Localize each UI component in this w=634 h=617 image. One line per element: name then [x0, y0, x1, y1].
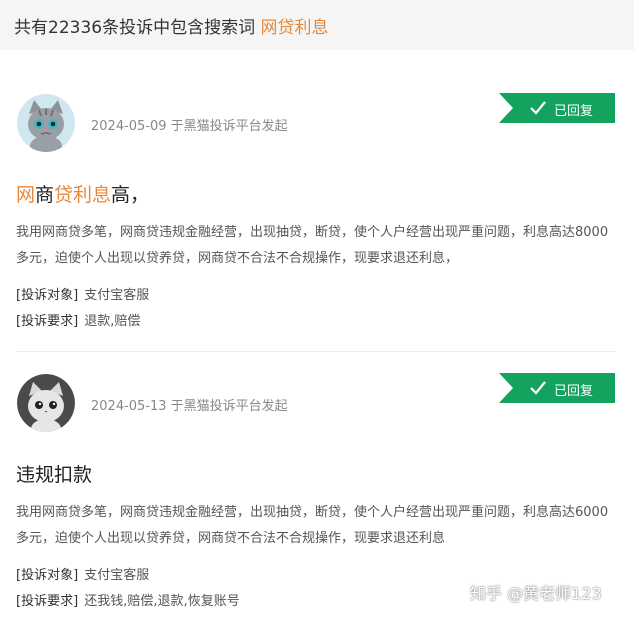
target-value: 支付宝客服	[84, 568, 150, 583]
cat-avatar-icon	[17, 374, 75, 432]
watermark: 知乎 @黄老师123	[470, 584, 602, 603]
user-avatar[interactable]	[17, 374, 75, 432]
status-label: 已回复	[554, 384, 594, 399]
complaint-body: 我用网商贷多笔，网商贷违规金融经营，出现抽贷，断贷，使个人户经营出现严重问题，利…	[16, 505, 609, 546]
title-highlight: 网	[16, 184, 36, 206]
cat-avatar-icon	[17, 94, 75, 152]
user-avatar[interactable]	[17, 94, 75, 152]
status-badge: 已回复	[499, 93, 615, 123]
title-text: 高，	[111, 184, 150, 206]
complaint-target: [投诉对象] 支付宝客服	[16, 284, 149, 303]
demand-label: [投诉要求]	[16, 314, 79, 329]
complaint-demand: [投诉要求] 还我钱,赔偿,退款,恢复账号	[16, 590, 240, 609]
title-highlight: 贷利息	[54, 184, 112, 206]
demand-value: 还我钱,赔偿,退款,恢复账号	[84, 594, 240, 609]
complaint-body: 我用网商贷多笔，网商贷违规金融经营，出现抽贷，断贷，使个人户经营出现严重问题，利…	[16, 225, 609, 266]
checkmark-icon	[530, 101, 546, 115]
target-label: [投诉对象]	[16, 288, 79, 303]
checkmark-icon	[530, 381, 546, 395]
divider	[16, 351, 616, 352]
target-value: 支付宝客服	[84, 288, 150, 303]
status-label: 已回复	[554, 104, 594, 119]
complaint-date-source: 2024-05-09 于黑猫投诉平台发起	[91, 119, 288, 134]
demand-label: [投诉要求]	[16, 594, 79, 609]
complaint-title[interactable]: 网商贷利息高，	[16, 180, 149, 207]
complaint-title[interactable]: 违规扣款	[16, 460, 92, 487]
results-count-text: 共有22336条投诉中包含搜索词 网贷利息	[14, 13, 329, 38]
complaint-demand: [投诉要求] 退款,赔偿	[16, 310, 140, 329]
target-label: [投诉对象]	[16, 568, 79, 583]
results-header: 共有22336条投诉中包含搜索词 网贷利息	[0, 0, 634, 50]
search-keyword: 网贷利息	[260, 18, 329, 38]
demand-value: 退款,赔偿	[84, 314, 141, 329]
complaint-date-source: 2024-05-13 于黑猫投诉平台发起	[91, 399, 288, 414]
complaint-target: [投诉对象] 支付宝客服	[16, 564, 149, 583]
status-badge: 已回复	[499, 373, 615, 403]
title-text: 商	[35, 184, 55, 206]
results-count: 共有22336条投诉中包含搜索词	[14, 18, 256, 38]
